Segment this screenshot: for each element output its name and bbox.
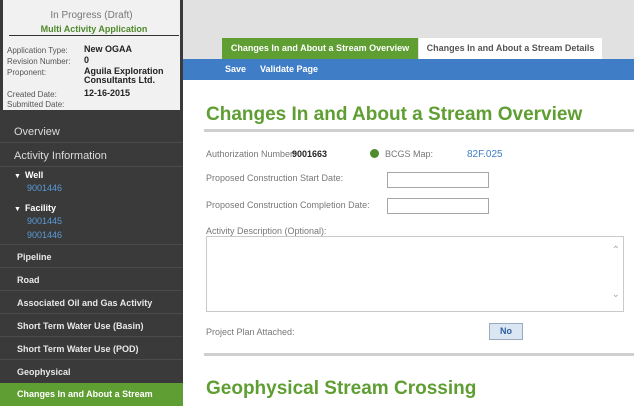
scroll-down-icon[interactable]: ⌄	[612, 289, 620, 300]
sidebar-item-pipeline[interactable]: Pipeline	[0, 252, 183, 262]
sidebar-link-well-9001446[interactable]: 9001446	[0, 183, 183, 193]
application-info-panel: In Progress (Draft) Multi Activity Appli…	[0, 0, 183, 110]
sidebar-divider	[0, 244, 183, 245]
validate-page-button[interactable]: Validate Page	[260, 64, 318, 74]
sidebar-item-label: Facility	[24, 203, 56, 213]
bcgs-map-label: BCGS Map:	[385, 149, 434, 159]
sidebar-item-road[interactable]: Road	[0, 275, 183, 285]
authorization-number-label: Authorization Number:	[206, 149, 296, 159]
sidebar-item-facility[interactable]: ▼ Facility	[0, 203, 183, 213]
created-date-value: 12-16-2015	[84, 88, 131, 98]
completion-date-label: Proposed Construction Completion Date:	[206, 200, 370, 210]
sidebar-item-well[interactable]: ▼ Well	[0, 170, 183, 180]
project-plan-label: Project Plan Attached:	[206, 327, 295, 337]
section-divider	[204, 129, 634, 132]
action-bar: Save Validate Page	[183, 59, 634, 80]
completion-date-input[interactable]	[387, 198, 489, 214]
page-title: Changes In and About a Stream Overview	[206, 104, 583, 125]
sidebar-item-associated-oil-gas[interactable]: Associated Oil and Gas Activity	[0, 298, 183, 308]
authorization-number-value: 9001663	[292, 149, 328, 159]
caret-down-icon: ▼	[14, 206, 21, 213]
bcgs-map-link[interactable]: 82F.025	[467, 149, 503, 160]
revision-number-value: 0	[84, 55, 90, 65]
created-date-label: Created Date:	[7, 90, 57, 99]
sidebar-divider	[0, 142, 183, 143]
proponent-label: Proponent:	[7, 68, 47, 77]
submitted-date-label: Submitted Date:	[7, 100, 65, 109]
sidebar-link-facility-9001445[interactable]: 9001445	[0, 216, 183, 226]
start-date-input[interactable]	[387, 172, 489, 188]
sidebar-item-changes-stream[interactable]: Changes In and About a Stream	[0, 383, 183, 406]
sidebar-divider	[0, 313, 183, 314]
sidebar-item-activity-information[interactable]: Activity Information	[0, 150, 183, 162]
sidebar-divider	[0, 166, 183, 167]
sidebar-link-facility-9001446[interactable]: 9001446	[0, 230, 183, 240]
save-button[interactable]: Save	[225, 64, 246, 74]
proponent-value: Aguila Exploration Consultants Ltd.	[84, 66, 164, 85]
sidebar-item-label: Changes In and About a Stream	[17, 389, 153, 399]
section-divider	[204, 353, 634, 356]
sidebar-divider	[0, 267, 183, 268]
scroll-up-icon[interactable]: ⌃	[612, 245, 620, 256]
application-type-value: New OGAA	[84, 44, 133, 54]
sidebar-item-label: Well	[24, 170, 44, 180]
section-title-geophysical-stream-crossing: Geophysical Stream Crossing	[206, 378, 477, 399]
sidebar-item-water-pod[interactable]: Short Term Water Use (POD)	[0, 344, 183, 354]
start-date-label: Proposed Construction Start Date:	[206, 173, 344, 183]
activity-description-textarea[interactable]: ⌃ ⌄	[206, 236, 624, 312]
sidebar-item-geophysical[interactable]: Geophysical	[0, 367, 183, 377]
sidebar-divider	[0, 290, 183, 291]
caret-down-icon: ▼	[14, 173, 21, 180]
bcgs-status-icon	[370, 149, 379, 158]
sidebar-divider	[0, 359, 183, 360]
revision-number-label: Revision Number:	[7, 57, 71, 66]
sidebar-item-overview[interactable]: Overview	[0, 126, 183, 138]
tab-details[interactable]: Changes In and About a Stream Details	[419, 38, 602, 59]
sidebar-divider	[0, 336, 183, 337]
project-plan-no-button[interactable]: No	[489, 323, 523, 340]
application-type-title: Multi Activity Application	[9, 24, 179, 36]
application-type-label: Application Type:	[7, 46, 68, 55]
tab-overview[interactable]: Changes In and About a Stream Overview	[222, 38, 418, 59]
activity-description-label: Activity Description (Optional):	[206, 226, 327, 236]
app-root: In Progress (Draft) Multi Activity Appli…	[0, 0, 634, 406]
sidebar: In Progress (Draft) Multi Activity Appli…	[0, 0, 183, 406]
sidebar-item-water-basin[interactable]: Short Term Water Use (Basin)	[0, 321, 183, 331]
application-status: In Progress (Draft)	[50, 10, 133, 21]
